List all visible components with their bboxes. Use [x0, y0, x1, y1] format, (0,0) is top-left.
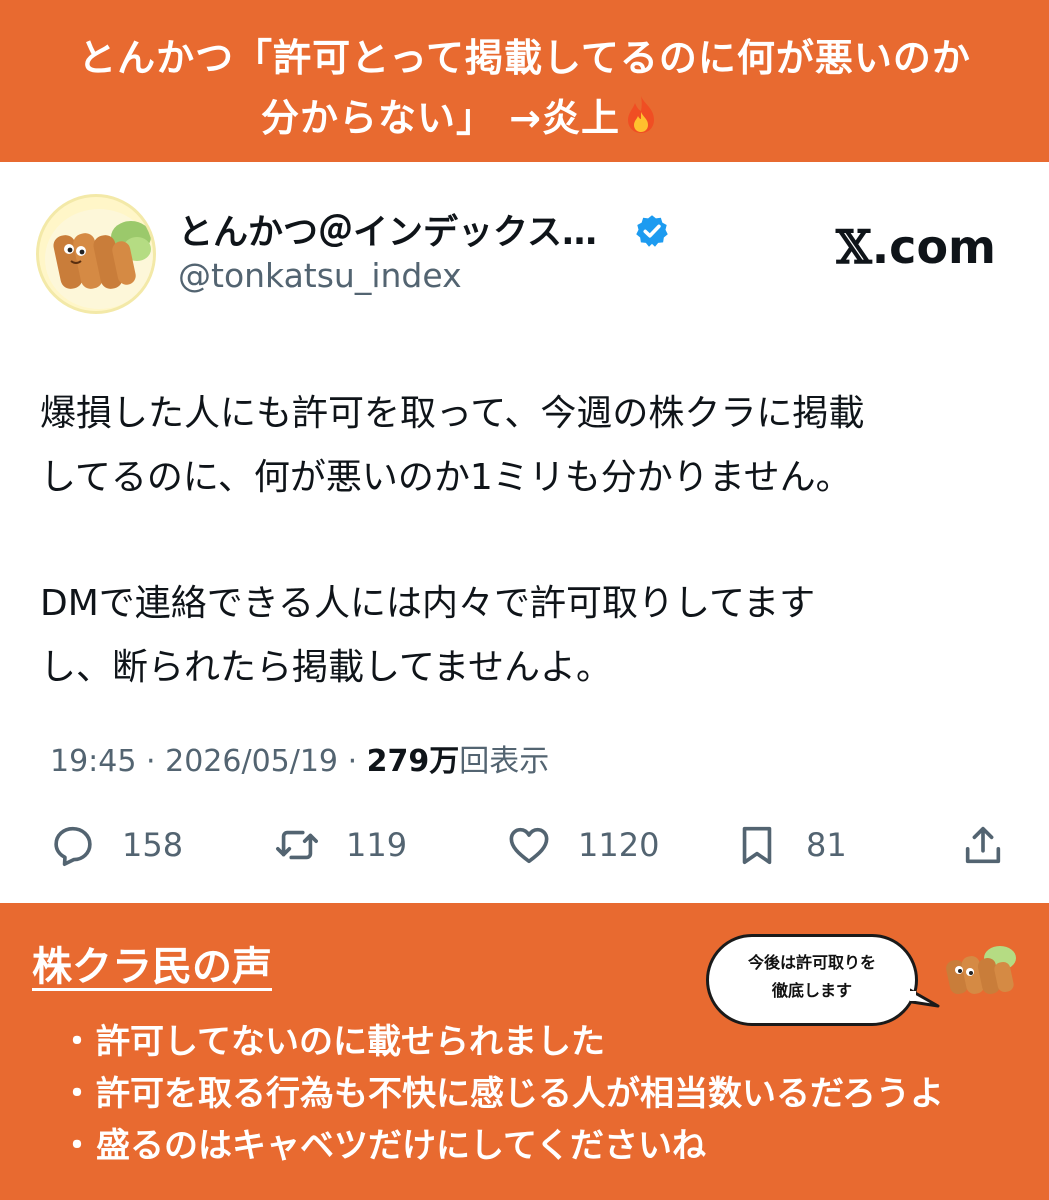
bookmark-count: 81 [806, 826, 847, 864]
tweet-line: 爆損した人にも許可を取って、今週の株クラに掲載 [40, 393, 865, 434]
headline-line-2: 分からない」 →炎上 [0, 88, 1049, 151]
tweet-text: 爆損した人にも許可を取って、今週の株クラに掲載 してるのに、何が悪いのか1ミリも… [40, 382, 1020, 700]
voices-title: 株クラ民の声 [32, 944, 272, 990]
list-item: 許可を取る行為も不快に感じる人が相当数いるだろうよ [60, 1068, 944, 1120]
speech-bubble: 今後は許可取りを 徹底します [706, 934, 918, 1026]
meta-separator: · [146, 744, 156, 779]
bubble-line-2: 徹底します [771, 981, 852, 1000]
x-logo-suffix: .com [871, 220, 996, 274]
tweet-time[interactable]: 19:45 [50, 744, 136, 779]
tweet-line: DMで連絡できる人には内々で許可取りしてます [40, 583, 816, 624]
x-icon: 𝕏 [836, 220, 872, 274]
fire-icon [624, 91, 658, 151]
user-handle[interactable]: @tonkatsu_index [178, 256, 462, 295]
bookmark-button[interactable]: 81 [734, 818, 847, 872]
repost-button[interactable]: 119 [274, 818, 407, 872]
x-logo: 𝕏.com [836, 220, 996, 274]
like-count: 1120 [578, 826, 660, 864]
share-icon [965, 826, 1001, 864]
share-button[interactable] [960, 818, 1006, 872]
headline-line-1: とんかつ「許可とって掲載してるのに何が悪いのか [78, 36, 971, 80]
tweet-meta: 19:45 · 2026/05/19 · 279万回表示 [50, 736, 549, 780]
repost-icon [276, 830, 318, 860]
tweet-line: してるのに、何が悪いのか1ミリも分かりません。 [40, 457, 852, 498]
list-item: 盛るのはキャベツだけにしてくださいね [60, 1120, 944, 1172]
tweet-date[interactable]: 2026/05/19 [165, 744, 338, 779]
speech-bubble-tail [910, 988, 940, 1008]
display-name[interactable]: とんかつ＠インデックス… [178, 204, 597, 255]
list-item: 許可してないのに載せられました [60, 1016, 944, 1068]
avatar[interactable] [36, 194, 156, 314]
verified-badge-icon [636, 215, 668, 247]
repost-count: 119 [346, 826, 408, 864]
heart-icon [509, 827, 549, 864]
reply-button[interactable]: 158 [50, 818, 183, 872]
tonkatsu-mascot-icon [946, 946, 1016, 995]
like-button[interactable]: 1120 [506, 818, 659, 872]
voices-list: 許可してないのに載せられました 許可を取る行為も不快に感じる人が相当数いるだろう… [60, 1016, 944, 1172]
bubble-line-1: 今後は許可取りを [747, 953, 876, 972]
bookmark-icon [742, 826, 772, 865]
views-count: 279万 [366, 744, 460, 779]
headline: とんかつ「許可とって掲載してるのに何が悪いのか 分からない」 →炎上 [0, 28, 1049, 151]
views-label: 回表示 [459, 744, 550, 779]
meta-separator: · [347, 744, 358, 779]
tweet-line: し、断られたら掲載してませんよ。 [40, 647, 613, 688]
reply-icon [54, 826, 92, 866]
reply-count: 158 [122, 826, 184, 864]
